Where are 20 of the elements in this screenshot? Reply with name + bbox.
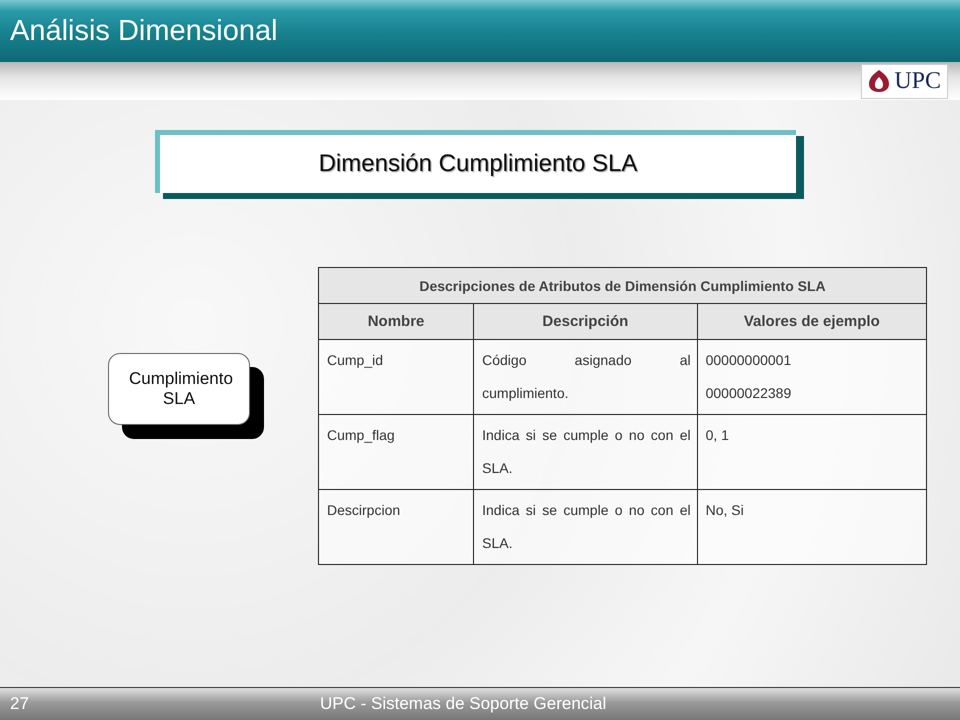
page-number: 27 — [9, 694, 30, 714]
column-header: Valores de ejemplo — [697, 304, 926, 340]
table-cell: Código asignado al cumplimiento. — [474, 340, 698, 414]
example-value: 0, 1 — [706, 426, 730, 445]
table-cell: Descirpcion — [318, 490, 474, 564]
slide-title: Análisis Dimensional — [10, 14, 278, 48]
example-value: No, Si — [706, 501, 745, 520]
table-cell: Indica si se cumple o no con el SLA. — [474, 414, 698, 490]
table-cell: Indica si se cumple o no con el SLA. — [474, 490, 698, 564]
flame-icon — [868, 69, 890, 93]
logo-text: UPC — [894, 68, 941, 94]
table-cell: Cump_id — [318, 340, 474, 414]
section-title: Dimensión Cumplimiento SLA — [318, 150, 638, 178]
column-header: Descripción — [474, 304, 698, 340]
example-value: 00000000001 — [706, 351, 792, 370]
table-cell: Cump_flag — [318, 414, 474, 490]
example-value: 00000022389 — [706, 384, 792, 403]
table-caption: Descripciones de Atributos de Dimensión Cumplimiento SLA — [318, 268, 926, 304]
column-header: Nombre — [318, 304, 474, 340]
footer-text: UPC - Sistemas de Soporte Gerencial — [320, 694, 606, 714]
